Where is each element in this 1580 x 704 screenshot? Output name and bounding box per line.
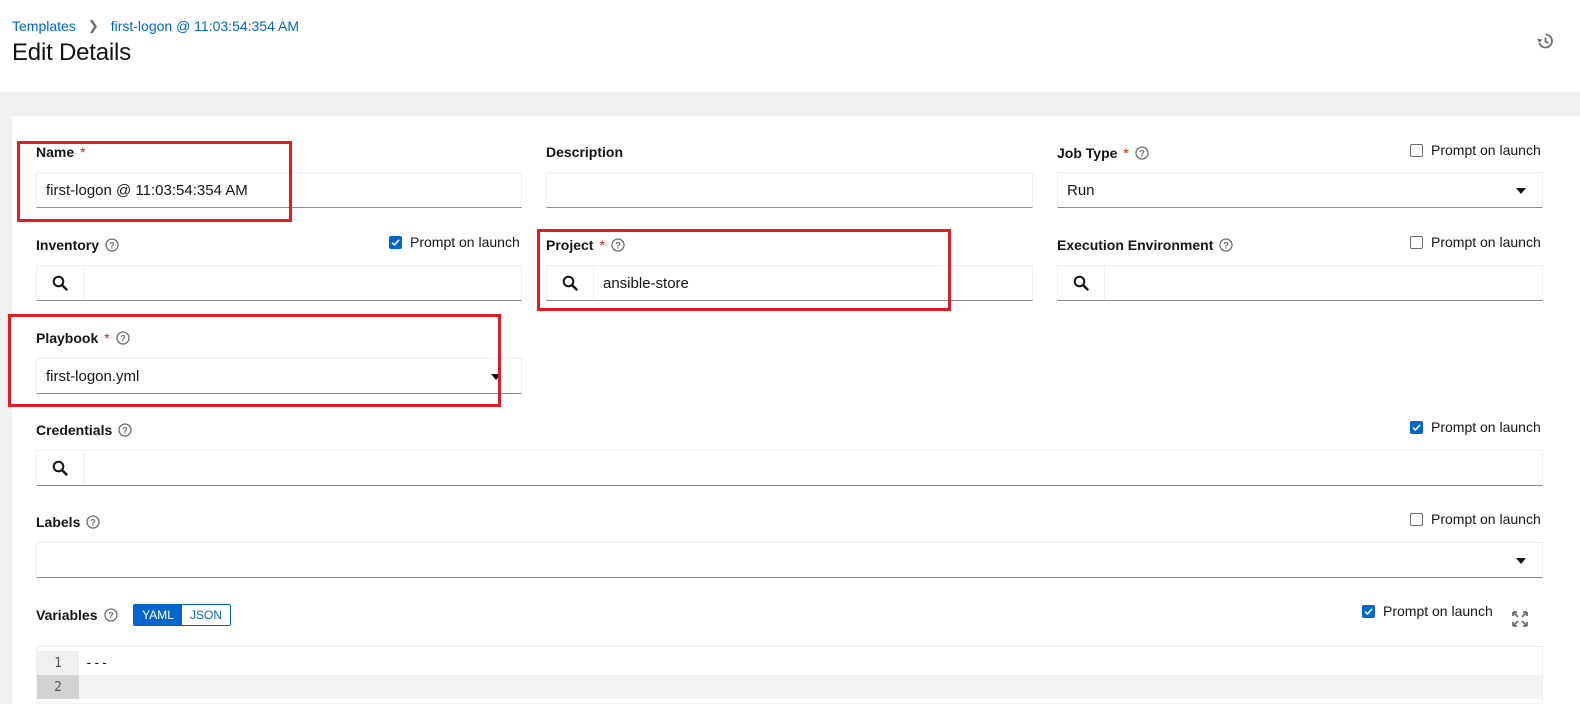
caret-down-icon xyxy=(1516,558,1526,564)
playbook-select-value: first-logon.yml xyxy=(46,367,140,385)
svg-text:?: ? xyxy=(615,241,621,251)
page-title: Edit Details xyxy=(12,39,131,66)
inventory-label-text: Inventory xyxy=(36,237,100,253)
help-icon[interactable]: ? xyxy=(1219,238,1234,252)
help-icon[interactable]: ? xyxy=(118,423,132,437)
line-text xyxy=(79,675,85,699)
labels-prompt-checkbox[interactable]: Prompt on launch xyxy=(1410,511,1541,527)
required-marker: * xyxy=(1123,145,1129,161)
help-icon[interactable]: ? xyxy=(1135,146,1149,160)
job-type-select-value: Run xyxy=(1067,181,1095,199)
variables-label-text: Variables xyxy=(36,607,98,623)
checkbox-icon[interactable] xyxy=(1362,604,1375,618)
variables-mode-toggle: YAML JSON xyxy=(133,604,231,626)
svg-text:?: ? xyxy=(109,241,115,251)
labels-label-text: Labels xyxy=(36,514,81,530)
labels-prompt-label: Prompt on launch xyxy=(1431,511,1541,527)
inventory-lookup[interactable] xyxy=(36,265,522,301)
execution-environment-prompt-label: Prompt on launch xyxy=(1431,234,1541,250)
description-label-text: Description xyxy=(546,144,624,160)
credentials-lookup[interactable] xyxy=(36,450,1543,486)
checkbox-icon[interactable] xyxy=(389,235,402,249)
labels-select[interactable] xyxy=(36,542,1543,578)
description-input[interactable] xyxy=(546,172,1033,208)
required-marker: * xyxy=(80,144,86,160)
search-icon[interactable] xyxy=(547,266,594,300)
breadcrumb-separator-icon: ❯ xyxy=(87,18,99,33)
execution-environment-label-text: Execution Environment xyxy=(1057,237,1214,253)
description-label: Description xyxy=(546,144,623,160)
svg-text:?: ? xyxy=(120,334,126,344)
variables-label: Variables ? xyxy=(36,607,118,623)
required-marker: * xyxy=(104,330,110,346)
credentials-prompt-checkbox[interactable]: Prompt on launch xyxy=(1410,419,1541,435)
svg-text:?: ? xyxy=(91,518,97,528)
form-card: Name * first-logon @ 11:03:54:354 AM Des… xyxy=(12,116,1580,704)
help-icon[interactable]: ? xyxy=(105,238,119,252)
project-label-text: Project xyxy=(546,237,594,253)
history-icon[interactable] xyxy=(1536,32,1554,50)
help-icon[interactable]: ? xyxy=(116,331,130,345)
execution-environment-label: Execution Environment ? xyxy=(1057,237,1234,253)
editor-line: 1 --- xyxy=(37,651,1542,675)
playbook-select[interactable]: first-logon.yml xyxy=(36,358,522,394)
line-number: 1 xyxy=(37,651,79,675)
job-type-label: Job Type * ? xyxy=(1057,145,1149,161)
playbook-label: Playbook * ? xyxy=(36,330,130,346)
credentials-prompt-label: Prompt on launch xyxy=(1431,419,1541,435)
svg-text:?: ? xyxy=(108,611,114,621)
help-icon[interactable]: ? xyxy=(611,238,625,252)
checkbox-icon[interactable] xyxy=(1410,235,1423,249)
credentials-label: Credentials ? xyxy=(36,422,132,438)
search-icon[interactable] xyxy=(37,266,84,300)
credentials-label-text: Credentials xyxy=(36,422,113,438)
name-label-text: Name xyxy=(36,144,75,160)
playbook-label-text: Playbook xyxy=(36,330,99,346)
project-label: Project * ? xyxy=(546,237,625,253)
labels-label: Labels ? xyxy=(36,514,101,530)
job-type-select[interactable]: Run xyxy=(1057,172,1543,208)
project-lookup[interactable]: ansible-store xyxy=(546,265,1033,301)
inventory-prompt-checkbox[interactable]: Prompt on launch xyxy=(389,234,520,250)
execution-environment-prompt-checkbox[interactable]: Prompt on launch xyxy=(1410,234,1541,250)
variables-prompt-label: Prompt on launch xyxy=(1383,603,1493,619)
svg-text:?: ? xyxy=(1224,241,1230,251)
job-type-prompt-checkbox[interactable]: Prompt on launch xyxy=(1410,142,1541,158)
execution-environment-lookup[interactable] xyxy=(1057,265,1543,301)
name-label: Name * xyxy=(36,144,86,160)
checkbox-icon[interactable] xyxy=(1410,420,1423,434)
help-icon[interactable]: ? xyxy=(103,608,118,622)
json-mode-button[interactable]: JSON xyxy=(182,605,230,625)
name-input[interactable]: first-logon @ 11:03:54:354 AM xyxy=(36,172,522,208)
help-icon[interactable]: ? xyxy=(86,515,101,529)
expand-icon[interactable] xyxy=(1512,611,1528,627)
variables-code-editor[interactable]: 1 --- 2 xyxy=(36,646,1543,704)
svg-text:?: ? xyxy=(123,426,129,436)
breadcrumb-templates-link[interactable]: Templates xyxy=(12,18,76,34)
line-text: --- xyxy=(85,655,109,671)
editor-line: 2 xyxy=(37,675,1542,699)
breadcrumb: Templates ❯ first-logon @ 11:03:54:354 A… xyxy=(12,18,299,34)
svg-text:?: ? xyxy=(1139,149,1145,159)
line-number: 2 xyxy=(37,675,79,699)
inventory-label: Inventory ? xyxy=(36,237,119,253)
breadcrumb-current-link[interactable]: first-logon @ 11:03:54:354 AM xyxy=(111,18,299,34)
name-input-value: first-logon @ 11:03:54:354 AM xyxy=(46,181,248,199)
required-marker: * xyxy=(599,237,605,253)
checkbox-icon[interactable] xyxy=(1410,143,1423,157)
page-header: Templates ❯ first-logon @ 11:03:54:354 A… xyxy=(0,0,1580,92)
yaml-mode-button[interactable]: YAML xyxy=(134,605,182,625)
job-type-label-text: Job Type xyxy=(1057,145,1118,161)
search-icon[interactable] xyxy=(1058,266,1105,300)
checkbox-icon[interactable] xyxy=(1410,512,1423,526)
caret-down-icon xyxy=(491,374,501,380)
search-icon[interactable] xyxy=(37,451,84,485)
variables-prompt-checkbox[interactable]: Prompt on launch xyxy=(1362,603,1493,619)
job-type-prompt-label: Prompt on launch xyxy=(1431,142,1541,158)
caret-down-icon xyxy=(1516,188,1526,194)
inventory-prompt-label: Prompt on launch xyxy=(410,234,520,250)
project-lookup-value: ansible-store xyxy=(603,274,689,292)
